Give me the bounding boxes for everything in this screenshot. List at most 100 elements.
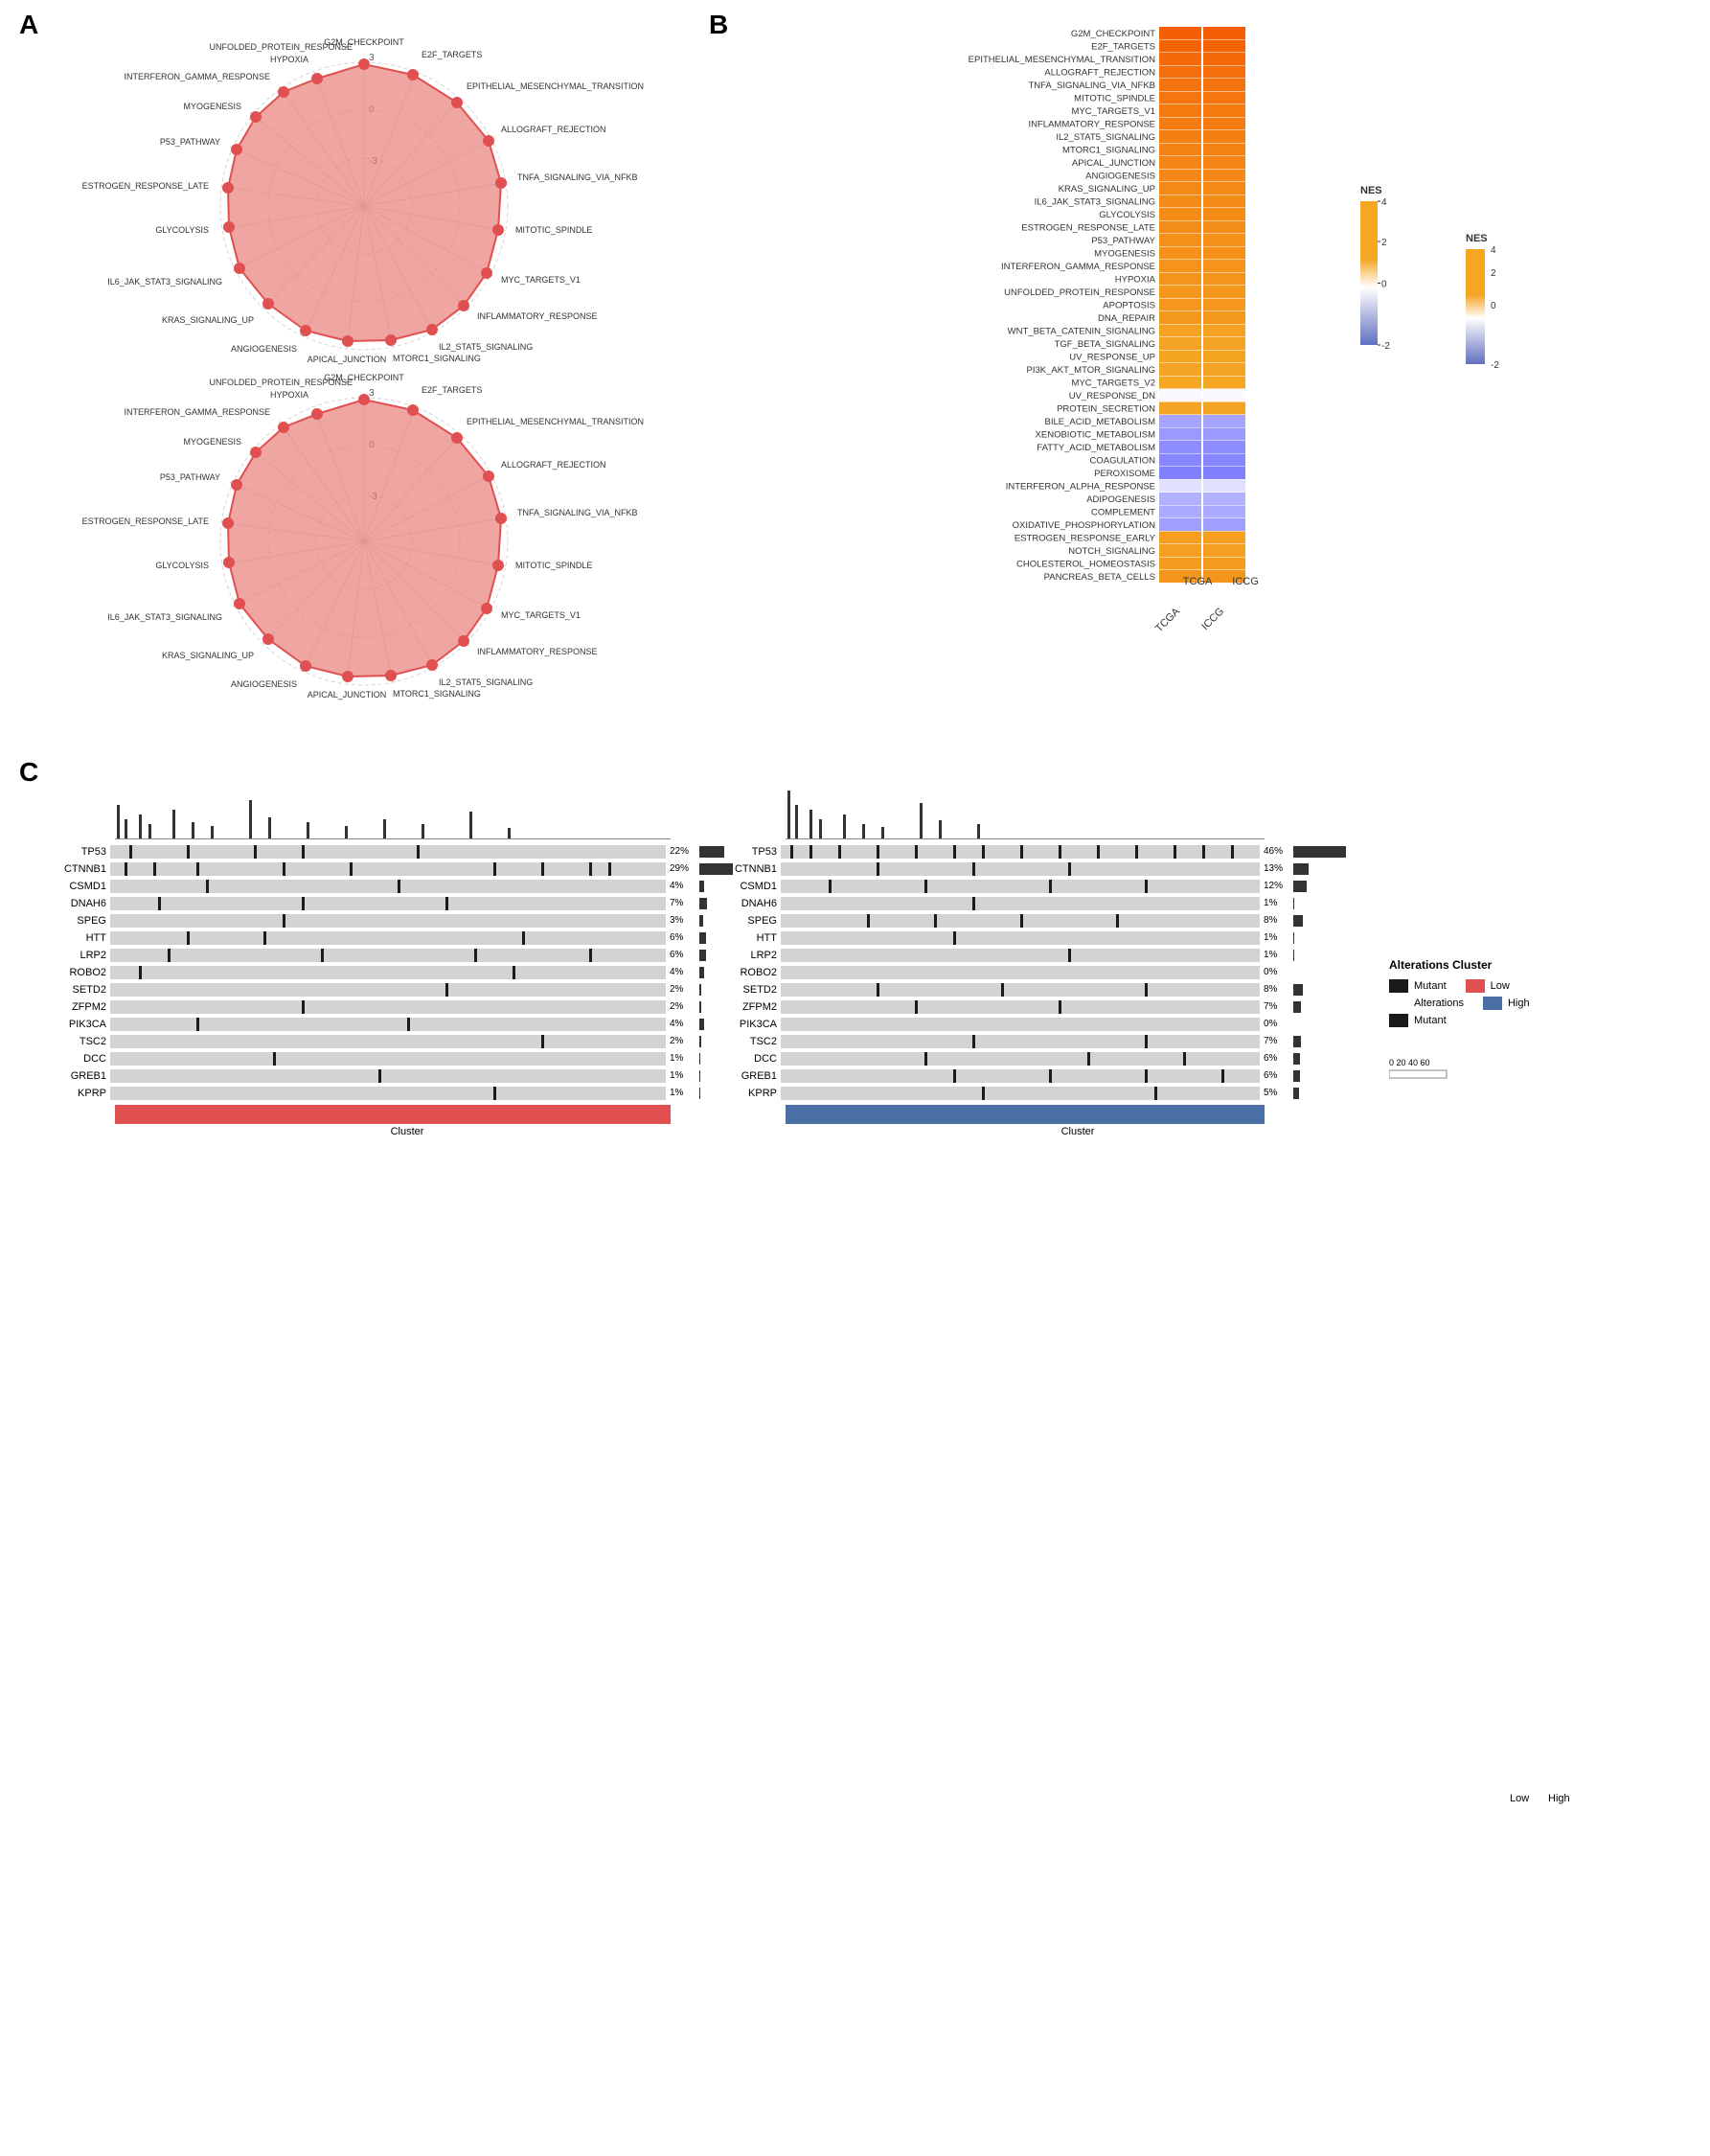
legend-val-4: 4 (1381, 197, 1387, 208)
table-row: SPEG3% (48, 912, 699, 929)
mutation-mark (982, 845, 985, 859)
heatmap-cell (1159, 480, 1201, 493)
svg-text:ESTROGEN_RESPONSE_LATE: ESTROGEN_RESPONSE_LATE (82, 516, 209, 526)
mutation-mark (608, 862, 611, 876)
mutation-mark (1087, 1052, 1090, 1066)
oncoprint-track (781, 862, 1260, 876)
percentage-bar (1293, 1001, 1301, 1013)
heatmap-cell (1159, 467, 1201, 479)
percentage-bar (699, 1088, 700, 1099)
mutation-mark (541, 1035, 544, 1048)
legend-alterations-label: Alterations (1414, 998, 1464, 1009)
mutation-percentage: 13% (1260, 863, 1293, 874)
heatmap-row-label: MTORC1_SIGNALING (1062, 146, 1155, 156)
heatmap-row-label: NOTCH_SIGNALING (1068, 546, 1155, 557)
gene-label: PIK3CA (718, 1019, 781, 1030)
table-row: GREB11% (48, 1067, 699, 1084)
svg-text:MITOTIC_SPINDLE: MITOTIC_SPINDLE (515, 561, 592, 570)
mutation-mark (321, 949, 324, 962)
heatmap-cell (1203, 351, 1245, 363)
mutation-mark (1068, 862, 1071, 876)
percentage-bar (699, 1001, 701, 1013)
mutation-mark (982, 1087, 985, 1100)
table-row: ROBO24% (48, 964, 699, 980)
mutation-percentage: 1% (1260, 898, 1293, 908)
svg-text:KRAS_SIGNALING_UP: KRAS_SIGNALING_UP (162, 315, 254, 325)
heatmap-svg: G2M_CHECKPOINTE2F_TARGETSEPITHELIAL_MESE… (718, 10, 1629, 738)
percentage-bar (1293, 1070, 1300, 1082)
heatmap-cell (1159, 221, 1201, 234)
mutation-mark (522, 931, 525, 945)
gene-label: CSMD1 (48, 881, 110, 892)
panel-c-content: 6 3 0 TP5322%CTNNB129%CSMD14%DNAH67%SPEG… (19, 767, 1705, 2146)
legend-mutant-box (1389, 979, 1408, 993)
percentage-bar (1293, 863, 1309, 875)
svg-text:ANGIOGENESIS: ANGIOGENESIS (231, 679, 297, 689)
gene-label: SETD2 (718, 984, 781, 996)
svg-text:KRAS_SIGNALING_UP: KRAS_SIGNALING_UP (162, 651, 254, 660)
heatmap-row-label: IL6_JAK_STAT3_SIGNALING (1035, 197, 1155, 208)
oncoprint-legend: Alterations Cluster Mutant Low Alteratio… (1389, 958, 1676, 1116)
high-label: High (1548, 1793, 1570, 1804)
legend-label-neg2: -2 (1491, 360, 1499, 371)
table-row: DNAH6 1% (718, 895, 1370, 911)
legend-mutant-label: Mutant (1414, 980, 1447, 992)
gene-label: TP53 (718, 846, 781, 858)
heatmap-cell (1203, 532, 1245, 544)
percentage-bar (699, 1053, 700, 1065)
cluster-bar-left (115, 1105, 671, 1124)
mutation-mark (1145, 880, 1148, 893)
mutation-percentage: 46% (1260, 846, 1293, 857)
svg-text:UNFOLDED_PROTEIN_RESPONSE: UNFOLDED_PROTEIN_RESPONSE (209, 42, 353, 52)
oncoprint-track (781, 931, 1260, 945)
heatmap-row-label: IL2_STAT5_SIGNALING (1056, 132, 1155, 143)
percentage-bar (1293, 1036, 1301, 1047)
heatmap-row-label: TNFA_SIGNALING_VIA_NFKB (1028, 80, 1155, 91)
mutation-mark (158, 897, 161, 910)
heatmap-cell (1159, 92, 1201, 104)
heatmap-cell (1159, 182, 1201, 195)
heatmap-cell (1203, 66, 1245, 79)
percentage-bar (699, 950, 706, 961)
heatmap-cell (1159, 311, 1201, 324)
oncoprint-track (110, 1018, 666, 1031)
mutation-mark (1068, 949, 1071, 962)
legend-low-label: Low (1491, 980, 1510, 992)
heatmap-row-label: GLYCOLYSIS (1099, 210, 1155, 220)
svg-text:ALLOGRAFT_REJECTION: ALLOGRAFT_REJECTION (501, 460, 606, 470)
heatmap-cell (1159, 325, 1201, 337)
heatmap-row-label: ANGIOGENESIS (1085, 172, 1155, 182)
percentage-bar (1293, 950, 1294, 961)
gene-label: ZFPM2 (718, 1001, 781, 1013)
heatmap-row-label: ADIPOGENESIS (1086, 494, 1155, 505)
heatmap-row-label: OXIDATIVE_PHOSPHORYLATION (1013, 520, 1156, 531)
heatmap-cell (1159, 518, 1201, 531)
heatmap-cell (1159, 351, 1201, 363)
oncoprint-track (781, 1018, 1260, 1031)
gene-label: CSMD1 (718, 881, 781, 892)
mutation-mark (972, 862, 975, 876)
heatmap-cell (1203, 104, 1245, 117)
svg-text:APICAL_JUNCTION: APICAL_JUNCTION (308, 355, 387, 364)
heatmap-cell (1203, 247, 1245, 260)
svg-text:MTORC1_SIGNALING: MTORC1_SIGNALING (393, 689, 481, 699)
heatmap-row-label: P53_PATHWAY (1091, 236, 1155, 246)
mutation-mark (1135, 845, 1138, 859)
svg-text:MTORC1_SIGNALING: MTORC1_SIGNALING (393, 354, 481, 363)
svg-text:MYOGENESIS: MYOGENESIS (183, 437, 241, 447)
oncoprint-track (110, 845, 666, 859)
heatmap-cell (1203, 544, 1245, 557)
oncoprint-track (781, 880, 1260, 893)
mutation-percentage: 7% (1260, 1036, 1293, 1046)
heatmap-cell (1203, 40, 1245, 53)
gene-label: DNAH6 (718, 898, 781, 909)
heatmap-row-label: E2F_TARGETS (1091, 42, 1155, 53)
table-row: CSMD14% (48, 878, 699, 894)
heatmap-cell (1159, 299, 1201, 311)
oncoprint-track (781, 845, 1260, 859)
mutation-mark (254, 845, 257, 859)
svg-text:MYC_TARGETS_V1: MYC_TARGETS_V1 (501, 610, 581, 620)
gene-label: KPRP (48, 1088, 110, 1099)
heatmap-row-label: PEROXISOME (1094, 469, 1155, 479)
mutation-mark (263, 931, 266, 945)
